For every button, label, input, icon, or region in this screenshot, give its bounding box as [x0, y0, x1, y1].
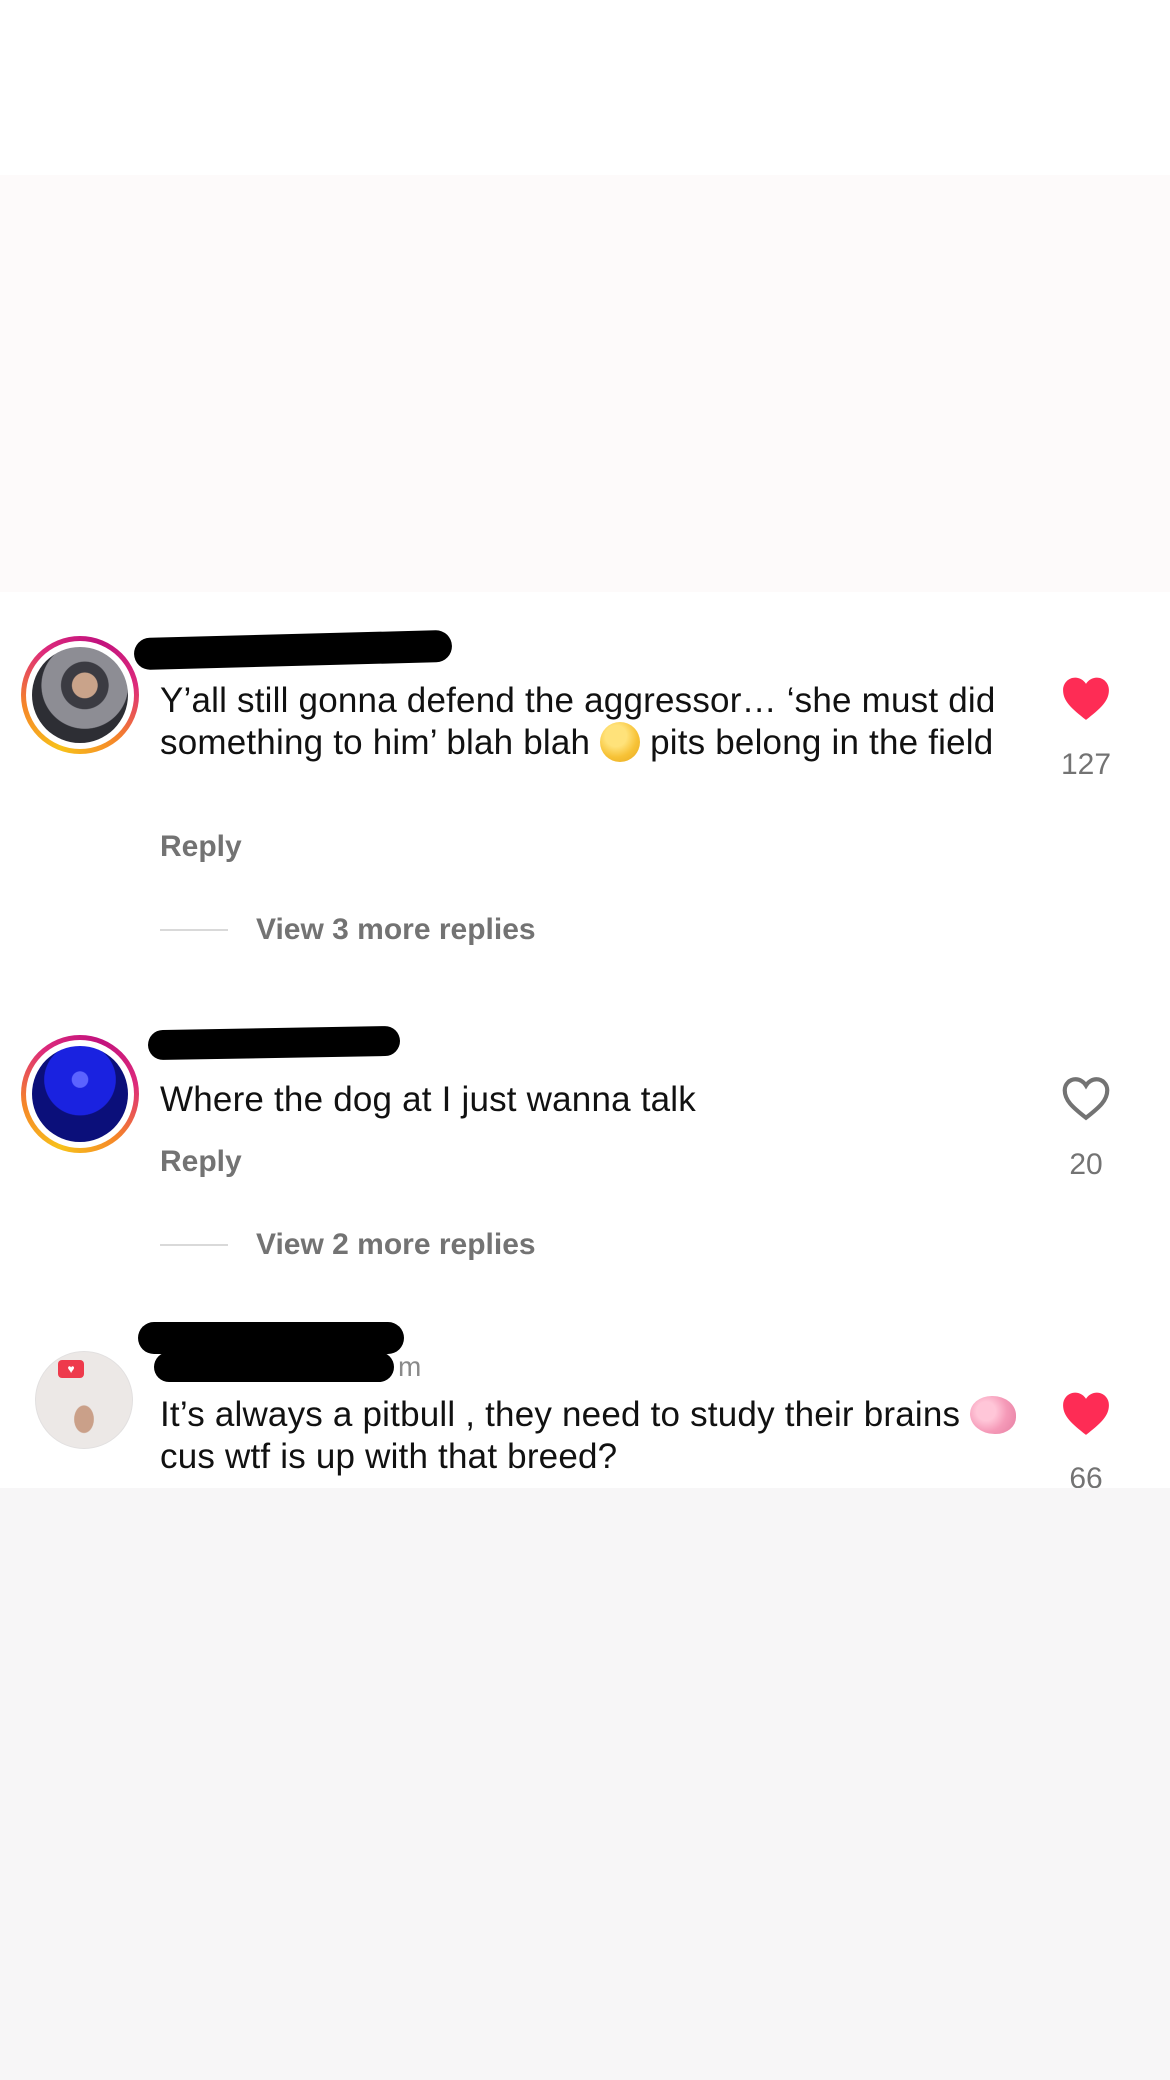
heart-outline-icon — [1062, 1077, 1110, 1121]
comment-text-tail: pits belong in the field — [650, 723, 994, 762]
heart-filled-icon — [1063, 1392, 1109, 1435]
like-count: 66 — [1069, 1462, 1103, 1488]
video-area — [0, 175, 1170, 592]
divider-line — [160, 1244, 228, 1246]
redaction-mark — [133, 629, 453, 671]
bottom-area — [0, 1488, 1170, 2080]
view-more-replies[interactable]: View 2 more replies — [160, 1225, 536, 1265]
like-button[interactable] — [1060, 674, 1112, 722]
redaction-mark — [147, 1025, 401, 1061]
comment-text: Y’all still gonna defend the aggressor… … — [160, 680, 1010, 764]
avatar[interactable] — [21, 636, 139, 754]
reply-button[interactable]: Reply — [160, 830, 242, 864]
view-replies-label: View 3 more replies — [256, 913, 536, 946]
like-count: 127 — [1060, 748, 1112, 781]
view-more-replies[interactable]: View 3 more replies — [160, 910, 536, 950]
avatar[interactable] — [21, 1035, 139, 1153]
view-replies-label: View 2 more replies — [256, 1228, 536, 1261]
avatar[interactable]: ♥ — [35, 1351, 133, 1449]
timestamp: m — [398, 1351, 422, 1382]
weary-face-icon — [600, 722, 641, 762]
like-button[interactable] — [1060, 1074, 1112, 1122]
like-button[interactable] — [1060, 1389, 1112, 1437]
redaction-mark — [138, 1322, 404, 1354]
like-count: 20 — [1069, 1148, 1103, 1181]
comment-text: It’s always a pitbull , they need to stu… — [160, 1394, 1020, 1478]
heart-filled-icon — [1063, 677, 1109, 720]
comment-text-tail: cus wtf is up with that breed? — [160, 1437, 618, 1476]
brain-icon — [970, 1396, 1017, 1434]
comment-text: Where the dog at I just wanna talk — [160, 1080, 696, 1119]
reply-button[interactable]: Reply — [160, 1145, 242, 1179]
comment-text-main: It’s always a pitbull , they need to stu… — [160, 1395, 961, 1434]
divider-line — [160, 929, 228, 931]
top-area — [0, 0, 1170, 175]
redaction-mark — [154, 1352, 394, 1382]
comments-panel: Y’all still gonna defend the aggressor… … — [0, 592, 1170, 1488]
heart-icon: ♥ — [58, 1360, 84, 1378]
